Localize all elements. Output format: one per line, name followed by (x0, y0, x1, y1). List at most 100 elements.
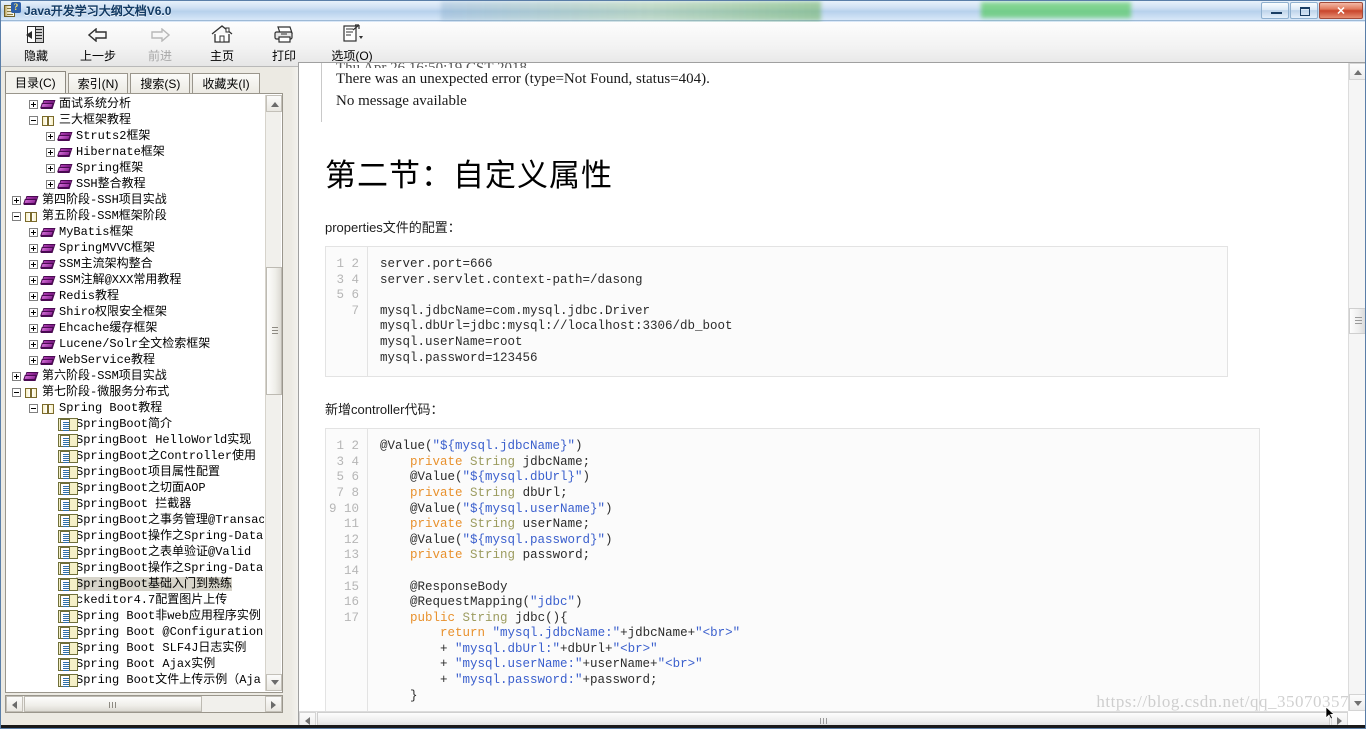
contents-tree[interactable]: 面试系统分析 三大框架教程 Struts2框架 Hibernate框架 Spring框架… (5, 93, 283, 693)
tree-item[interactable]: Spring Boot @ConfigurationPro (6, 624, 264, 640)
tree-item[interactable]: SpringBoot基础入门到熟练 (6, 576, 264, 592)
expand-icon[interactable] (12, 371, 21, 381)
collapse-icon[interactable] (12, 387, 21, 397)
tab-contents[interactable]: 目录(C) (5, 71, 66, 93)
tree-item[interactable]: SSM注解@XXX常用教程 (6, 272, 264, 288)
tree-item[interactable]: Spring Boot SLF4J日志实例 (6, 640, 264, 656)
tree-scroll-thumb[interactable] (266, 267, 282, 395)
tree-item[interactable]: Spring框架 (6, 160, 264, 176)
content-scroll-up-button[interactable] (1349, 63, 1365, 80)
tree-item[interactable]: SpringBoot之切面AOP (6, 480, 264, 496)
tree-item[interactable]: SpringMVVC框架 (6, 240, 264, 256)
tree-item[interactable]: 第七阶段-微服务分布式 (6, 384, 264, 400)
tree-item[interactable]: SSM主流架构整合 (6, 256, 264, 272)
tree-item[interactable]: SSH整合教程 (6, 176, 264, 192)
code-token: String (470, 548, 516, 563)
expand-icon[interactable] (46, 179, 55, 189)
tree-scroll-left-button[interactable] (6, 696, 23, 712)
expand-icon[interactable] (46, 147, 55, 157)
tree-item[interactable]: 第五阶段-SSM框架阶段 (6, 208, 264, 224)
toolbar-button-forward[interactable]: 前进 (129, 22, 191, 65)
tree-item[interactable]: SpringBoot简介 (6, 416, 264, 432)
toolbar-label-forward: 前进 (147, 49, 172, 63)
code-token: @Value( (380, 470, 463, 485)
expand-icon[interactable] (29, 275, 38, 285)
collapse-icon[interactable] (29, 403, 38, 413)
minimize-button[interactable] (1261, 2, 1289, 19)
tree-hscroll-thumb[interactable] (24, 696, 202, 712)
maximize-button[interactable] (1290, 2, 1318, 19)
tree-item[interactable]: SpringBoot之表单验证@Valid (6, 544, 264, 560)
tree-item[interactable]: Hibernate框架 (6, 144, 264, 160)
tree-item[interactable]: Struts2框架 (6, 128, 264, 144)
tab-index[interactable]: 索引(N) (67, 73, 129, 93)
code-token: private (410, 485, 463, 500)
tree-item[interactable]: 第四阶段-SSH项目实战 (6, 192, 264, 208)
toolbar-button-back[interactable]: 上一步 (67, 22, 129, 65)
tree-item[interactable]: SpringBoot操作之Spring-Data-J (6, 528, 264, 544)
tree-item[interactable]: Ehcache缓存框架 (6, 320, 264, 336)
tree-item[interactable]: Redis教程 (6, 288, 264, 304)
expand-icon[interactable] (46, 163, 55, 173)
expand-icon[interactable] (46, 131, 55, 141)
tree-item[interactable]: 面试系统分析 (6, 96, 264, 112)
tree-item[interactable]: WebService教程 (6, 352, 264, 368)
toolbar-button-home[interactable]: 主页 (191, 22, 253, 65)
tree-scroll-right-button[interactable] (265, 696, 282, 712)
tree-vertical-scrollbar[interactable] (265, 95, 282, 691)
tree-item[interactable]: SpringBoot之事务管理@Transact (6, 512, 264, 528)
toolbar-button-hide[interactable]: 隐藏 (5, 22, 67, 65)
expand-icon[interactable] (29, 323, 38, 333)
tree-item[interactable]: SpringBoot操作之Spring-Data-J (6, 560, 264, 576)
expand-icon[interactable] (12, 195, 21, 205)
tree-scroll-down-button[interactable] (266, 674, 282, 691)
tree-item[interactable]: 三大框架教程 (6, 112, 264, 128)
book-icon (40, 242, 56, 255)
tree-item[interactable]: Spring Boot文件上传示例（Aja (6, 672, 264, 688)
expand-icon[interactable] (29, 355, 38, 365)
code-content-controller: @Value("${mysql.jdbcName}") private Stri… (368, 429, 740, 714)
tree-item[interactable]: SpringBoot项目属性配置 (6, 464, 264, 480)
tree-item[interactable]: Lucene/Solr全文检索框架 (6, 336, 264, 352)
tree-scroll-up-button[interactable] (266, 95, 282, 112)
expand-icon[interactable] (29, 291, 38, 301)
expand-icon[interactable] (29, 243, 38, 253)
tree-item-label: SpringBoot基础入门到熟练 (76, 577, 233, 591)
open-book-icon (24, 210, 39, 223)
collapse-icon[interactable] (12, 211, 21, 221)
close-button[interactable]: ✕ (1319, 2, 1363, 19)
tree-item-label: 第七阶段-微服务分布式 (42, 385, 170, 399)
tree-item[interactable]: Spring Boot非web应用程序实例 (6, 608, 264, 624)
content-scroll-down-button[interactable] (1349, 694, 1365, 711)
content-scroll-thumb[interactable] (1349, 308, 1365, 334)
pane-splitter[interactable] (291, 67, 298, 728)
tree-item[interactable]: SpringBoot HelloWorld实现 (6, 432, 264, 448)
tree-item[interactable]: Shiro权限安全框架 (6, 304, 264, 320)
tree-item[interactable]: SpringBoot 拦截器 (6, 496, 264, 512)
expand-icon[interactable] (29, 339, 38, 349)
tree-item[interactable]: Spring Boot Ajax实例 (6, 656, 264, 672)
book-icon (57, 162, 73, 175)
tab-search[interactable]: 搜索(S) (130, 73, 191, 93)
toolbar-button-print[interactable]: 打印 (253, 22, 315, 65)
toolbar-button-options[interactable]: 选项(O) (315, 22, 389, 65)
expand-icon[interactable] (29, 307, 38, 317)
tree-item[interactable]: 第六阶段-SSM项目实战 (6, 368, 264, 384)
expand-icon[interactable] (29, 259, 38, 269)
expand-icon[interactable] (29, 99, 38, 109)
content-vertical-scrollbar[interactable] (1348, 63, 1365, 711)
tree-item[interactable]: MyBatis框架 (6, 224, 264, 240)
tree-item[interactable]: SpringBoot之Controller使用 (6, 448, 264, 464)
tab-favorites[interactable]: 收藏夹(I) (192, 73, 260, 93)
tree-item[interactable]: Spring Boot教程 (6, 400, 264, 416)
code-token: "mysql.userName:" (455, 657, 583, 672)
tree-item[interactable]: ckeditor4.7配置图片上传 (6, 592, 264, 608)
collapse-icon[interactable] (29, 115, 38, 125)
expand-icon[interactable] (29, 227, 38, 237)
tree-horizontal-scrollbar[interactable] (5, 695, 283, 713)
